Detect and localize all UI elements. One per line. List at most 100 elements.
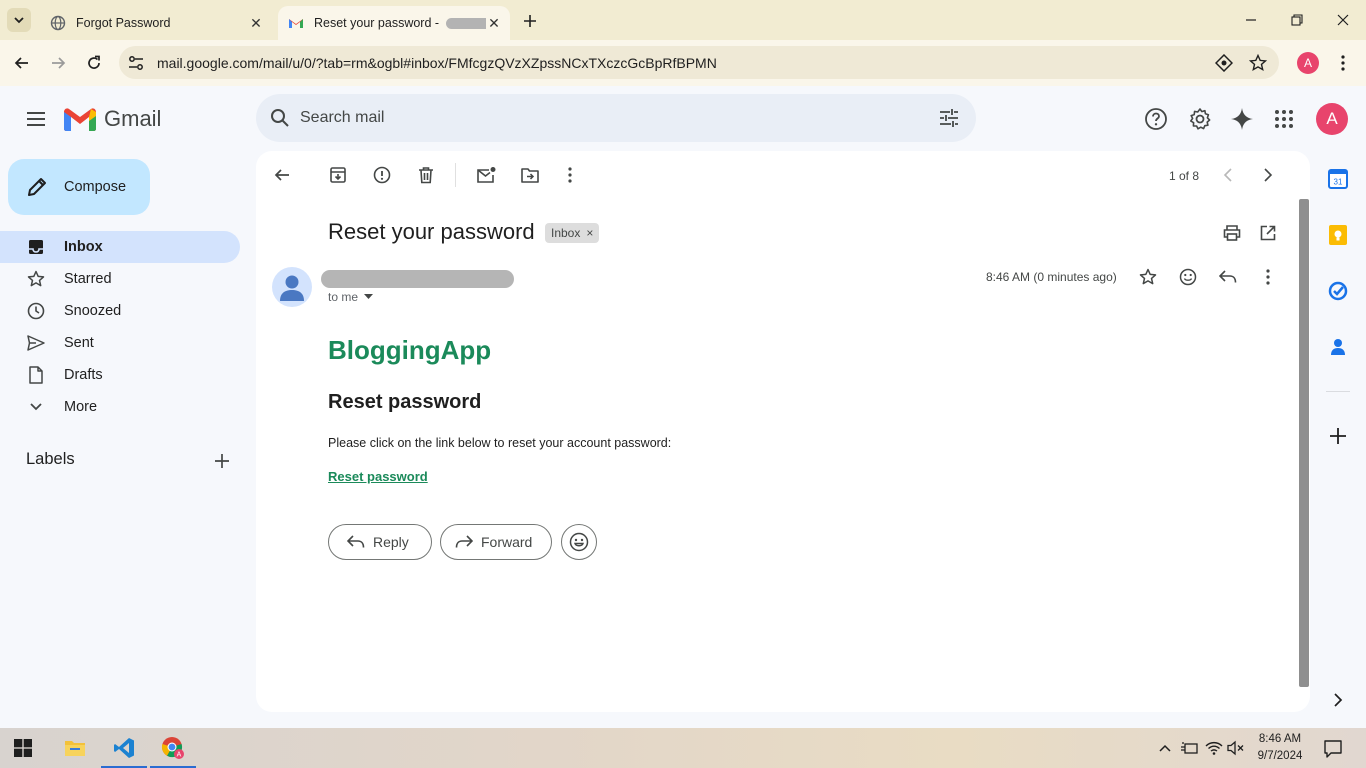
toolbar-divider <box>455 163 456 187</box>
tray-device-button[interactable] <box>1180 739 1198 757</box>
volume-button[interactable] <box>1227 739 1245 757</box>
account-avatar[interactable]: A <box>1316 103 1348 135</box>
redacted-sender-name <box>321 270 514 288</box>
close-window-button[interactable] <box>1320 0 1366 40</box>
lens-icon[interactable] <box>1215 54 1233 72</box>
recipient-details[interactable]: to me <box>328 290 374 304</box>
gmail-logo[interactable]: Gmail <box>64 106 161 132</box>
compose-button[interactable]: Compose <box>8 159 150 215</box>
arrow-left-icon <box>14 57 28 69</box>
side-panel-divider <box>1326 391 1350 392</box>
taskbar-chrome[interactable]: A <box>150 728 196 768</box>
star-message-button[interactable] <box>1137 266 1159 288</box>
network-button[interactable] <box>1205 739 1223 757</box>
forward-button[interactable] <box>44 49 72 77</box>
tasks-icon <box>1328 281 1348 301</box>
search-options-icon[interactable] <box>938 107 960 129</box>
contacts-icon <box>1331 339 1345 355</box>
gemini-button[interactable] <box>1229 106 1255 132</box>
search-input[interactable]: Search mail <box>300 109 384 127</box>
notification-icon <box>1324 740 1342 758</box>
reply-button[interactable]: Reply <box>328 524 432 560</box>
system-clock[interactable]: 8:46 AM 9/7/2024 <box>1250 731 1310 765</box>
search-bar[interactable]: Search mail <box>256 94 976 142</box>
sidebar-item-starred[interactable]: Starred <box>0 263 240 295</box>
taskbar-vscode[interactable] <box>101 728 147 768</box>
notifications-button[interactable] <box>1323 739 1343 759</box>
message-scrollbar[interactable] <box>1299 199 1309 687</box>
forward-button[interactable]: Forward <box>440 524 552 560</box>
show-hidden-icons-button[interactable] <box>1156 739 1174 757</box>
report-spam-button[interactable] <box>371 164 393 186</box>
label-chip-inbox[interactable]: Inbox × <box>545 223 600 243</box>
globe-icon <box>50 15 66 31</box>
support-button[interactable] <box>1143 106 1169 132</box>
taskbar-file-explorer[interactable] <box>52 728 98 768</box>
browser-menu-button[interactable] <box>1333 51 1353 75</box>
reload-button[interactable] <box>80 49 108 77</box>
sidebar-item-inbox[interactable]: Inbox <box>0 231 240 263</box>
search-icon[interactable] <box>270 108 290 128</box>
tab-title: Forgot Password <box>76 16 171 30</box>
star-icon <box>27 270 45 287</box>
browser-tab-forgot-password[interactable]: Forgot Password ✕ <box>40 6 272 40</box>
start-button[interactable] <box>0 728 46 768</box>
trash-icon <box>419 167 433 184</box>
add-reaction-button[interactable] <box>1177 266 1199 288</box>
gmail-icon <box>289 19 303 28</box>
help-icon <box>1145 108 1167 130</box>
pencil-icon <box>28 178 46 196</box>
restore-button[interactable] <box>1274 0 1320 40</box>
bookmark-star-icon[interactable] <box>1249 54 1267 72</box>
plus-icon <box>524 15 536 27</box>
tab-close-button[interactable]: ✕ <box>486 15 502 31</box>
reply-quick-button[interactable] <box>1217 266 1239 288</box>
minimize-button[interactable] <box>1228 0 1274 40</box>
more-actions-button[interactable] <box>559 164 581 186</box>
delete-button[interactable] <box>415 164 437 186</box>
browser-profile-avatar[interactable]: A <box>1297 52 1319 74</box>
calendar-app-button[interactable]: 31 <box>1327 168 1349 190</box>
windows-logo-icon <box>14 739 32 757</box>
move-to-button[interactable] <box>519 164 541 186</box>
older-button[interactable] <box>1257 164 1279 186</box>
get-addons-button[interactable] <box>1327 425 1349 447</box>
sidebar-item-sent[interactable]: Sent <box>0 327 240 359</box>
show-side-panel-button[interactable] <box>1327 689 1349 711</box>
back-button[interactable] <box>8 49 36 77</box>
folder-icon <box>65 741 85 756</box>
sender-avatar[interactable] <box>272 267 312 307</box>
browser-tab-reset-password[interactable]: Reset your password - ✕ <box>278 6 510 40</box>
tab-search-button[interactable] <box>7 8 31 32</box>
reset-password-link[interactable]: Reset password <box>328 469 428 484</box>
address-bar[interactable]: mail.google.com/mail/u/0/?tab=rm&ogbl#in… <box>119 46 1279 79</box>
chevron-down-icon <box>30 403 42 411</box>
sidebar-item-drafts[interactable]: Drafts <box>0 359 240 391</box>
create-label-button[interactable] <box>212 451 232 471</box>
keep-app-button[interactable] <box>1327 224 1349 246</box>
sidebar-item-more[interactable]: More <box>0 391 240 423</box>
remove-label-button[interactable]: × <box>586 226 593 240</box>
forward-label: Forward <box>481 534 533 550</box>
message-more-button[interactable] <box>1257 266 1279 288</box>
react-emoji-button[interactable] <box>561 524 597 560</box>
tasks-app-button[interactable] <box>1327 280 1349 302</box>
email-heading: Reset password <box>328 391 482 413</box>
print-all-button[interactable] <box>1221 222 1243 244</box>
settings-button[interactable] <box>1187 106 1213 132</box>
site-settings-icon <box>129 56 143 70</box>
open-new-window-button[interactable] <box>1257 222 1279 244</box>
tab-title-text: Reset your password - <box>314 16 443 30</box>
new-tab-button[interactable] <box>518 9 542 33</box>
email-body-text: Please click on the link below to reset … <box>328 436 672 450</box>
back-to-inbox-button[interactable] <box>271 164 293 186</box>
google-apps-button[interactable] <box>1271 106 1297 132</box>
mark-unread-button[interactable] <box>475 164 497 186</box>
reply-icon <box>347 535 365 548</box>
contacts-app-button[interactable] <box>1327 336 1349 358</box>
main-menu-button[interactable] <box>22 105 50 133</box>
newer-button[interactable] <box>1217 164 1239 186</box>
sidebar-item-snoozed[interactable]: Snoozed <box>0 295 240 327</box>
archive-button[interactable] <box>327 164 349 186</box>
tab-close-button[interactable]: ✕ <box>248 15 264 31</box>
